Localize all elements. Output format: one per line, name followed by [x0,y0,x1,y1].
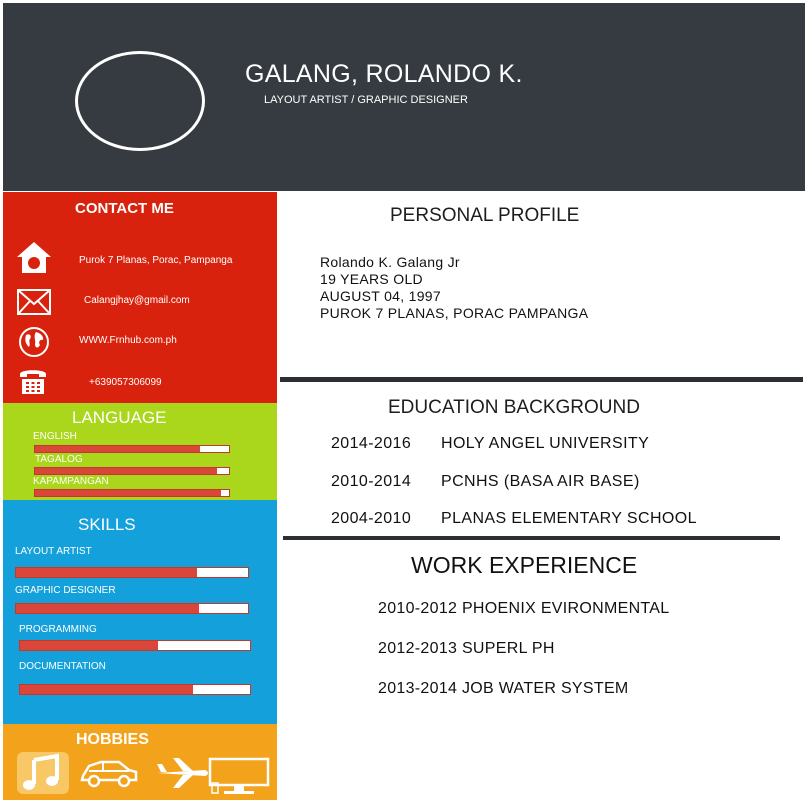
education-school: HOLY ANGEL UNIVERSITY [441,435,650,452]
language-label-tagalog: TAGALOG [35,454,83,465]
skill-fill-layout-artist [16,568,197,577]
contact-title: CONTACT ME [75,200,174,217]
music-icon [17,752,69,794]
mail-icon [17,289,51,315]
computer-icon [208,757,270,794]
work-item: 2012-2013 SUPERL PH [378,640,555,657]
hobbies-panel: HOBBIES [3,724,277,800]
resume-name: GALANG, ROLANDO K. [245,60,523,88]
job-title: LAYOUT ARTIST / GRAPHIC DESIGNER [264,94,468,106]
contact-website: WWW.Frnhub.com.ph [79,335,177,346]
language-fill-kapampangan [35,490,222,496]
skill-bar-layout-artist [15,567,249,578]
skill-fill-documentation [20,685,193,694]
profile-address: PUROK 7 PLANAS, PORAC PAMPANGA [320,305,589,321]
language-label-english: ENGLISH [33,431,77,442]
hobbies-title: HOBBIES [76,731,149,748]
education-years: 2014-2016 [331,435,412,452]
skill-bar-programming [19,640,251,651]
language-bar-kapampangan [34,489,230,497]
car-icon [80,760,138,788]
education-years: 2010-2014 [331,473,412,490]
skill-label-programming: PROGRAMMING [19,624,97,635]
education-school: PCNHS (BASA AIR BASE) [441,473,640,490]
home-icon [17,242,51,273]
skills-panel: SKILLS LAYOUT ARTIST GRAPHIC DESIGNER PR… [3,500,277,724]
profile-age: 19 YEARS OLD [320,271,423,287]
skill-label-layout-artist: LAYOUT ARTIST [15,546,92,557]
section-divider [280,377,803,382]
education-school: PLANAS ELEMENTARY SCHOOL [441,510,697,527]
skill-bar-documentation [19,684,251,695]
skill-label-graphic-designer: GRAPHIC DESIGNER [15,585,116,596]
language-fill-english [35,446,200,452]
skill-label-documentation: DOCUMENTATION [19,661,106,672]
phone-icon [20,370,46,394]
profile-photo-placeholder [75,51,205,151]
language-title: LANGUAGE [72,408,167,427]
profile-birthdate: AUGUST 04, 1997 [320,288,441,304]
education-title: EDUCATION BACKGROUND [388,397,640,418]
work-experience-title: WORK EXPERIENCE [411,552,638,578]
globe-icon [19,327,49,357]
contact-phone: +639057306099 [89,377,162,388]
skills-title: SKILLS [78,515,136,534]
work-item: 2013-2014 JOB WATER SYSTEM [378,680,629,697]
section-divider [283,536,780,540]
language-bar-tagalog [34,467,230,475]
contact-panel: CONTACT ME Purok 7 Planas, Porac, Pampan… [3,192,277,403]
airplane-icon [157,758,208,788]
contact-email: Calangjhay@gmail.com [84,295,190,306]
education-years: 2004-2010 [331,510,412,527]
language-label-kapampangan: KAPAMPANGAN [33,476,109,487]
skill-fill-programming [20,641,158,650]
language-fill-tagalog [35,468,218,474]
skill-fill-graphic-designer [16,604,200,613]
language-panel: LANGUAGE ENGLISH TAGALOG KAPAMPANGAN [3,403,277,500]
profile-name: Rolando K. Galang Jr [320,254,460,270]
skill-bar-graphic-designer [15,603,249,614]
work-item: 2010-2012 PHOENIX EVIRONMENTAL [378,600,670,617]
personal-profile-title: PERSONAL PROFILE [390,205,580,226]
contact-address: Purok 7 Planas, Porac, Pampanga [79,255,233,266]
language-bar-english [34,445,230,453]
